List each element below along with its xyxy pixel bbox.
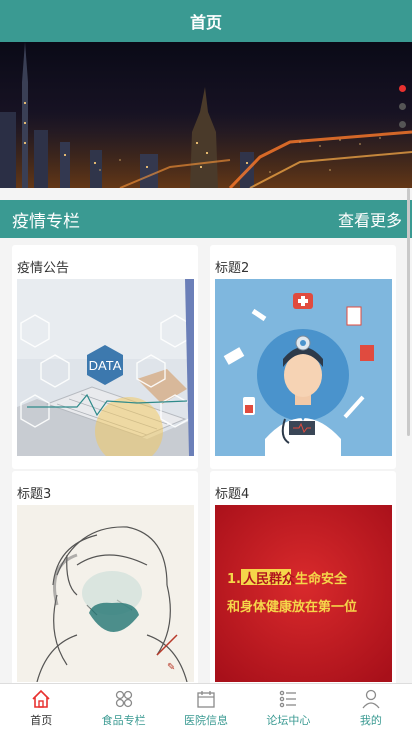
card-title: 标题2 — [215, 261, 250, 276]
card-title: 标题3 — [17, 487, 52, 502]
news-card[interactable]: 标题3 ✎ — [12, 471, 198, 695]
card-image: 1.把 人民群众 生命安全 和身体健康放在第一位 — [215, 505, 392, 682]
bottom-tab-bar: 首页 食品专栏 医院信息 论坛中心 我的 — [0, 683, 412, 730]
news-card[interactable]: 标题4 1.把 人民群众 生命安全 和身体健康放在第一位 — [210, 471, 396, 695]
tab-label: 医院信息 — [184, 714, 229, 727]
poster-line2: 和身体健康放在第一位 — [227, 599, 357, 615]
tab-label: 首页 — [30, 714, 53, 727]
list-icon — [280, 690, 297, 708]
carousel-dot[interactable] — [399, 121, 406, 128]
user-icon — [362, 689, 380, 709]
news-card[interactable]: 标题2 — [210, 245, 396, 469]
poster-line1-highlight: 人民群众 — [243, 571, 295, 587]
grid-icon — [115, 690, 132, 708]
card-image: ✎ — [17, 505, 194, 682]
doctor-illustration — [215, 279, 392, 456]
red-slogan-poster: 1.把 人民群众 生命安全 和身体健康放在第一位 — [215, 505, 392, 682]
home-icon — [32, 689, 50, 708]
data-laptop-image: DATA — [17, 279, 194, 456]
carousel-indicators — [399, 85, 406, 128]
tab-label: 论坛中心 — [266, 714, 311, 727]
news-card[interactable]: 疫情公告 DATA — [12, 245, 198, 469]
tab-food[interactable]: 食品专栏 — [82, 684, 164, 730]
carousel-dot[interactable] — [399, 85, 406, 92]
masked-worker-sketch: ✎ — [17, 505, 194, 682]
tab-profile[interactable]: 我的 — [330, 684, 412, 730]
page-title-bar: 首页 — [0, 0, 412, 42]
view-more-link[interactable]: 查看更多 — [338, 207, 402, 231]
section-header: 疫情专栏 查看更多 — [0, 200, 412, 238]
tab-hospital[interactable]: 医院信息 — [165, 684, 247, 730]
city-night-image — [0, 42, 412, 188]
card-title: 疫情公告 — [17, 261, 70, 276]
card-title: 标题4 — [215, 487, 250, 502]
card-image — [215, 279, 392, 456]
banner-carousel[interactable] — [0, 42, 412, 188]
data-label: DATA — [89, 358, 122, 373]
tab-forum[interactable]: 论坛中心 — [247, 684, 329, 730]
card-image: DATA — [17, 279, 194, 456]
svg-text:✎: ✎ — [167, 662, 175, 673]
tab-label: 我的 — [359, 714, 382, 727]
scrollbar[interactable] — [407, 188, 410, 436]
tab-home[interactable]: 首页 — [0, 684, 82, 730]
calendar-icon — [197, 691, 215, 708]
section-title: 疫情专栏 — [12, 211, 80, 232]
carousel-dot[interactable] — [399, 103, 406, 110]
poster-line1-suffix: 生命安全 — [295, 571, 348, 587]
page-title: 首页 — [189, 13, 222, 32]
tab-label: 食品专栏 — [101, 714, 146, 727]
